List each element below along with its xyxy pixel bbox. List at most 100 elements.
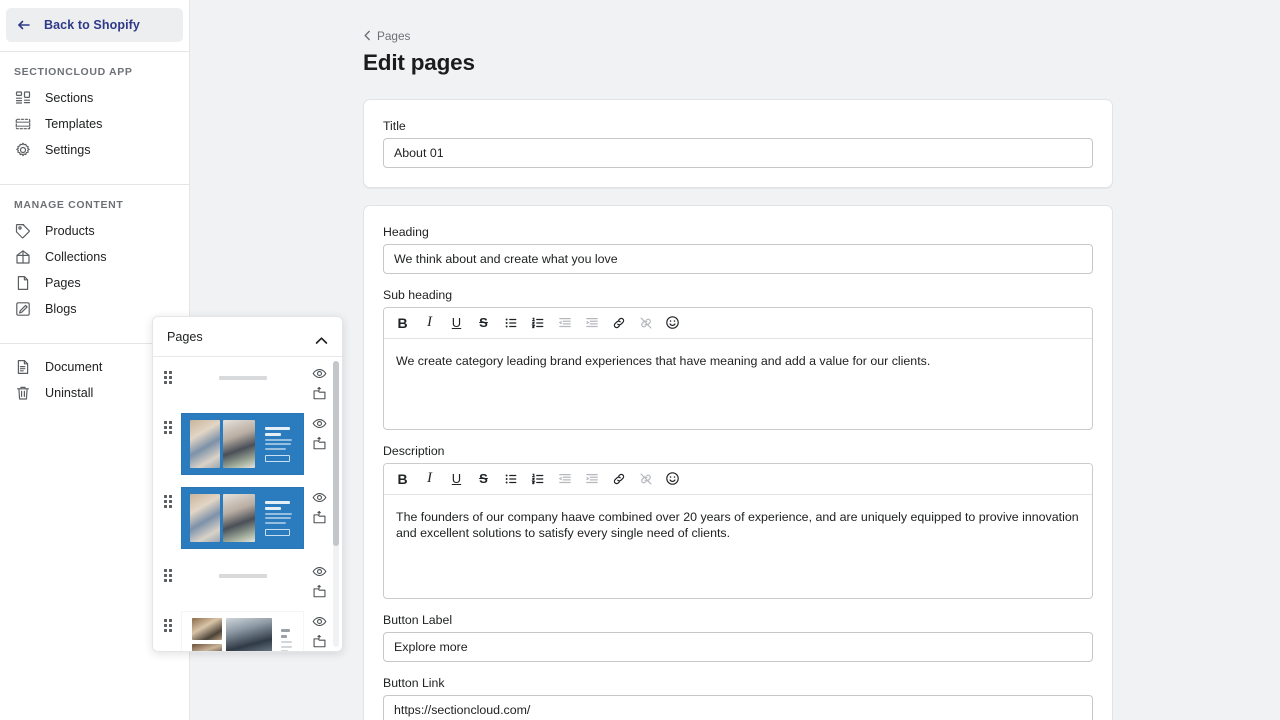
link-icon[interactable]: [606, 468, 631, 490]
section-thumbnail[interactable]: [181, 363, 304, 393]
button-label-field-block: Button Label: [383, 613, 1093, 662]
eye-icon[interactable]: [312, 614, 327, 629]
outdent-icon[interactable]: [552, 312, 577, 334]
sidebar-item-templates[interactable]: Templates: [0, 111, 189, 137]
section-thumbnail[interactable]: [181, 611, 304, 651]
title-field-block: Title: [383, 119, 1093, 168]
sidebar-item-label-products: Products: [45, 224, 95, 238]
link-icon[interactable]: [606, 312, 631, 334]
row-actions: [306, 413, 332, 451]
emoji-icon[interactable]: [660, 468, 685, 490]
sidebar-item-settings[interactable]: Settings: [0, 137, 189, 163]
heading-label: Heading: [383, 225, 1093, 239]
sidebar-group-sectioncloud: SECTIONCLOUD APP Sections: [0, 52, 189, 175]
sidebar-item-products[interactable]: Products: [0, 218, 189, 244]
sidebar-item-label-pages: Pages: [45, 276, 81, 290]
title-input[interactable]: [383, 138, 1093, 168]
heading-input[interactable]: [383, 244, 1093, 274]
button-label-label: Button Label: [383, 613, 1093, 627]
unlink-icon[interactable]: [633, 468, 658, 490]
indent-icon[interactable]: [579, 468, 604, 490]
page-section-row[interactable]: [153, 481, 342, 555]
row-actions: [306, 363, 332, 401]
grid-icon: [14, 89, 32, 107]
italic-icon[interactable]: I: [417, 468, 442, 490]
subheading-field-block: Sub heading B I U S: [383, 288, 1093, 430]
duplicate-icon[interactable]: [312, 436, 327, 451]
italic-icon[interactable]: I: [417, 312, 442, 334]
pencil-square-icon: [14, 300, 32, 318]
duplicate-icon[interactable]: [312, 634, 327, 649]
title-card: Title: [363, 99, 1113, 188]
subheading-editor: B I U S: [383, 307, 1093, 430]
duplicate-icon[interactable]: [312, 584, 327, 599]
trash-icon: [14, 384, 32, 402]
subheading-editor-body[interactable]: We create category leading brand experie…: [384, 339, 1092, 429]
back-to-shopify-label: Back to Shopify: [44, 18, 140, 32]
button-link-label: Button Link: [383, 676, 1093, 690]
eye-icon[interactable]: [312, 416, 327, 431]
pages-panel-body: [153, 357, 342, 651]
section-thumbnail[interactable]: [181, 487, 304, 549]
drag-handle-icon[interactable]: [157, 421, 179, 434]
scrollbar-thumb[interactable]: [333, 361, 339, 546]
chevron-left-icon: [363, 30, 372, 41]
sidebar-item-label-uninstall: Uninstall: [45, 386, 93, 400]
page-section-row[interactable]: [153, 407, 342, 481]
outdent-icon[interactable]: [552, 468, 577, 490]
chevron-up-icon[interactable]: [315, 332, 328, 341]
button-label-input[interactable]: [383, 632, 1093, 662]
drag-handle-icon[interactable]: [157, 495, 179, 508]
eye-icon[interactable]: [312, 366, 327, 381]
breadcrumb[interactable]: Pages: [363, 29, 410, 43]
sidebar-item-collections[interactable]: Collections: [0, 244, 189, 270]
row-actions: [306, 561, 332, 599]
description-label: Description: [383, 444, 1093, 458]
back-to-shopify-button[interactable]: Back to Shopify: [6, 8, 183, 42]
sidebar-item-pages[interactable]: Pages: [0, 270, 189, 296]
bold-icon[interactable]: B: [390, 468, 415, 490]
duplicate-icon[interactable]: [312, 386, 327, 401]
eye-icon[interactable]: [312, 564, 327, 579]
page-section-row[interactable]: [153, 357, 342, 407]
heading-field-block: Heading: [383, 225, 1093, 274]
section-thumbnail[interactable]: [181, 561, 304, 591]
pages-panel-header[interactable]: Pages: [153, 317, 342, 357]
page-title: Edit pages: [363, 50, 1113, 76]
sidebar-item-label-collections: Collections: [45, 250, 107, 264]
duplicate-icon[interactable]: [312, 510, 327, 525]
button-link-input[interactable]: [383, 695, 1093, 720]
drag-handle-icon[interactable]: [157, 371, 179, 384]
page-icon: [14, 274, 32, 292]
numbered-list-icon[interactable]: [525, 468, 550, 490]
numbered-list-icon[interactable]: [525, 312, 550, 334]
indent-icon[interactable]: [579, 312, 604, 334]
section-thumbnail[interactable]: [181, 413, 304, 475]
page-section-row[interactable]: [153, 555, 342, 605]
sidebar-item-label-blogs: Blogs: [45, 302, 77, 316]
sidebar-item-sections[interactable]: Sections: [0, 85, 189, 111]
bullet-list-icon[interactable]: [498, 312, 523, 334]
drag-handle-icon[interactable]: [157, 619, 179, 632]
bold-icon[interactable]: B: [390, 312, 415, 334]
pages-panel-title: Pages: [167, 330, 203, 344]
emoji-icon[interactable]: [660, 312, 685, 334]
eye-icon[interactable]: [312, 490, 327, 505]
app-root: Back to Shopify SECTIONCLOUD APP Section…: [0, 0, 1280, 720]
description-editor-toolbar: B I U S: [384, 464, 1092, 495]
strikethrough-icon[interactable]: S: [471, 312, 496, 334]
main-content: Pages Edit pages Title Heading Sub headi…: [190, 0, 1280, 720]
bullet-list-icon[interactable]: [498, 468, 523, 490]
description-editor-body[interactable]: The founders of our company haave combin…: [384, 495, 1092, 598]
unlink-icon[interactable]: [633, 312, 658, 334]
tag-icon: [14, 222, 32, 240]
sidebar-group-manage-content: MANAGE CONTENT Products Colle: [0, 185, 189, 334]
page-section-row[interactable]: [153, 605, 342, 651]
strikethrough-icon[interactable]: S: [471, 468, 496, 490]
drag-handle-icon[interactable]: [157, 569, 179, 582]
arrow-left-icon: [16, 17, 32, 33]
row-actions: [306, 487, 332, 525]
sidebar-item-label-document: Document: [45, 360, 102, 374]
underline-icon[interactable]: U: [444, 468, 469, 490]
underline-icon[interactable]: U: [444, 312, 469, 334]
